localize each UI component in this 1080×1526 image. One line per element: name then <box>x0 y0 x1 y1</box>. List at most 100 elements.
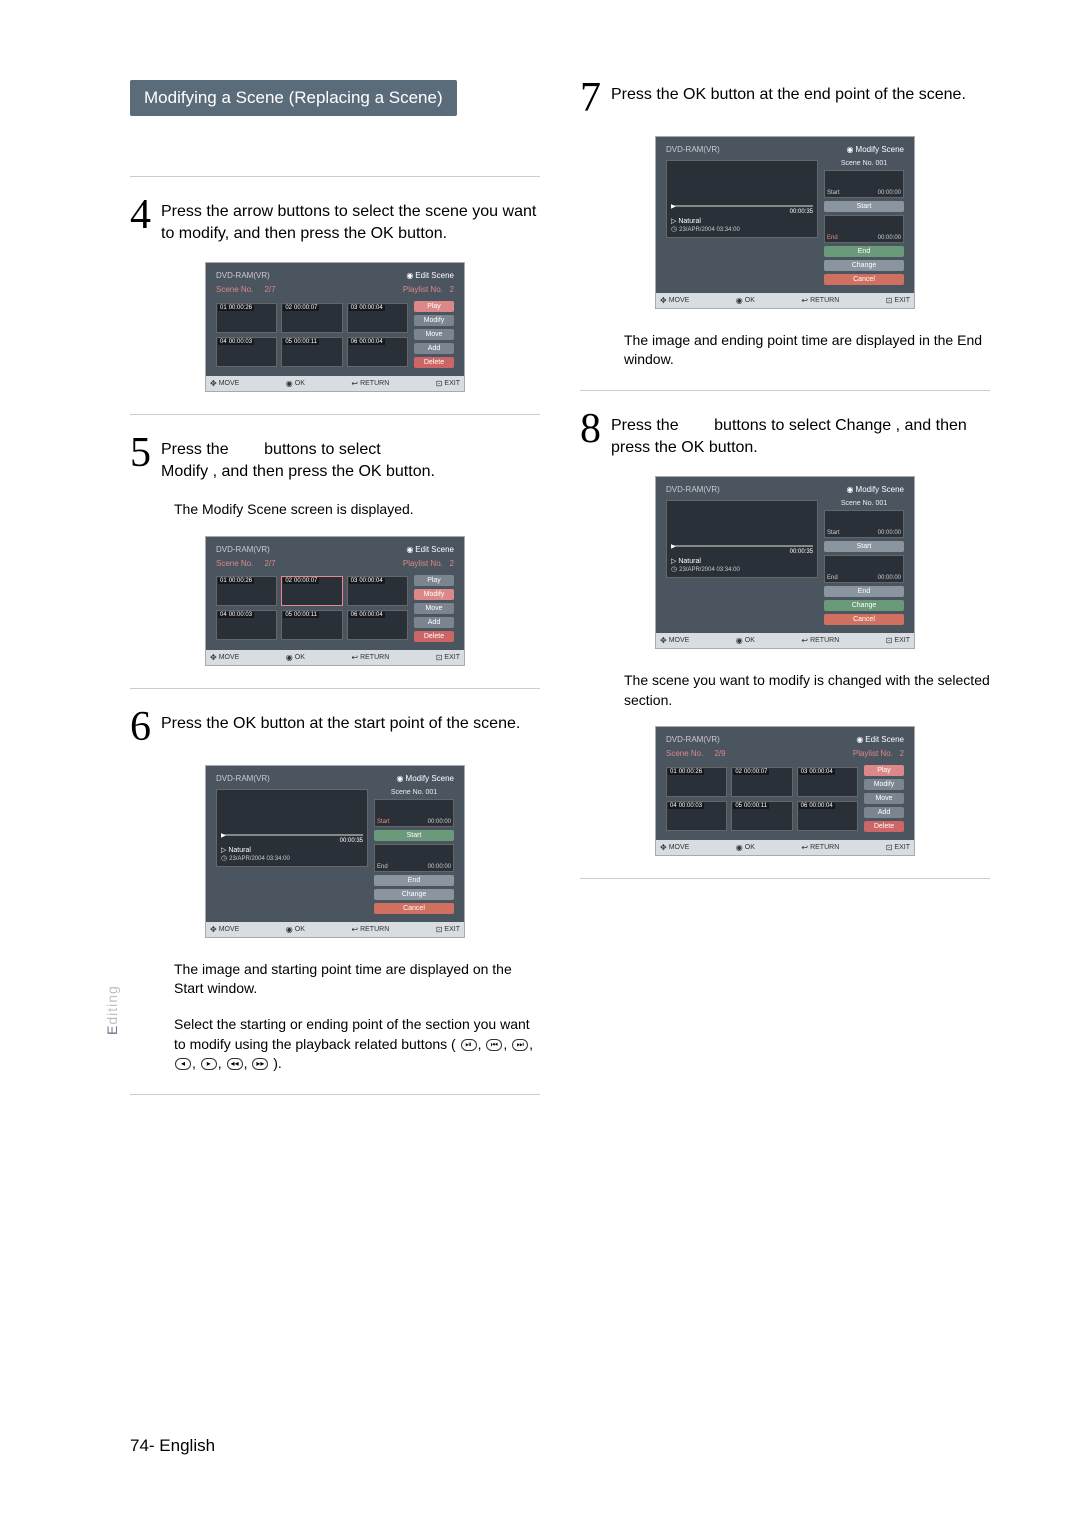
step-7: 7 Press the OK button at the end point o… <box>580 80 990 118</box>
clock-icon <box>671 227 679 233</box>
step-text: Press the arrow buttons to select the sc… <box>161 197 540 244</box>
thumb: 0400:00:03 <box>216 337 277 367</box>
thumb: 0200:00:07 <box>731 767 792 797</box>
step-text: Press the OK button at the start point o… <box>161 709 520 747</box>
divider <box>580 878 990 879</box>
thumb: 0100:00:26 <box>666 767 727 797</box>
thumb: 0100:00:26 <box>216 576 277 606</box>
preview-pane: 00:00:35 ▷ Natural 23/APR/2004 03:34:00 <box>666 500 818 578</box>
step-subtext: The Modify Scene screen is displayed. <box>174 500 540 520</box>
edit-scene-screen-8b: DVD-RAM(VR) Edit Scene Scene No. 2/9 Pla… <box>655 726 915 856</box>
step-text: Press the buttons to select Change , and… <box>611 411 990 458</box>
play-button: Play <box>414 301 454 312</box>
ok-icon <box>736 843 743 852</box>
disc-icon <box>856 735 865 744</box>
end-thumb: End00:00:00 <box>824 215 904 243</box>
step-subtext: The image and starting point time are di… <box>174 960 540 999</box>
edit-scene-screen-4: DVD-RAM(VR) Edit Scene Scene No. 2/7 Pla… <box>205 262 465 392</box>
return-icon <box>801 636 808 645</box>
step-number: 5 <box>130 435 151 482</box>
change-button: Change <box>824 600 904 611</box>
scene-no-label: Scene No. <box>216 285 253 294</box>
modify-scene-screen-6: DVD-RAM(VR) Modify Scene 00:00:35 ▷ Natu… <box>205 765 465 938</box>
disc-icon <box>847 145 856 154</box>
disc-icon <box>406 545 415 554</box>
play-button: Play <box>864 765 904 776</box>
add-button: Add <box>414 343 454 354</box>
thumb: 0200:00:07 <box>281 303 342 333</box>
return-icon <box>801 843 808 852</box>
clock-icon <box>671 567 679 573</box>
exit-icon <box>886 843 893 852</box>
next-track-icon: ⏭ <box>512 1039 528 1051</box>
step-subtext: The scene you want to modify is changed … <box>624 671 990 710</box>
thumb: 0500:00:11 <box>731 801 792 831</box>
disc-icon <box>406 271 415 280</box>
start-button: Start <box>374 830 454 841</box>
step-back-icon: ◂ <box>175 1058 191 1070</box>
preview-pane: 00:00:35 ▷ Natural 23/APR/2004 03:34:00 <box>216 789 368 867</box>
ok-icon <box>286 379 293 388</box>
end-button: End <box>374 875 454 886</box>
thumb: 0500:00:11 <box>281 337 342 367</box>
exit-icon <box>436 379 443 388</box>
step-6: 6 Press the OK button at the start point… <box>130 709 540 747</box>
return-icon <box>351 379 358 388</box>
page-footer: 74- English <box>130 1436 215 1456</box>
delete-button: Delete <box>414 357 454 368</box>
return-icon <box>351 925 358 934</box>
rewind-icon: ◂◂ <box>227 1058 243 1070</box>
move-icon <box>210 379 217 388</box>
ffwd-icon: ▸▸ <box>252 1058 268 1070</box>
return-icon <box>801 296 808 305</box>
exit-icon <box>436 653 443 662</box>
start-thumb: Start00:00:00 <box>824 510 904 538</box>
step-number: 6 <box>130 709 151 747</box>
change-button: Change <box>374 889 454 900</box>
move-button: Move <box>414 329 454 340</box>
thumb: 0100:00:26 <box>216 303 277 333</box>
step-subtext: The image and ending point time are disp… <box>624 331 990 370</box>
step-5: 5 Press the buttons to select Modify , a… <box>130 435 540 482</box>
ok-icon <box>736 296 743 305</box>
step-text: Press the buttons to select Modify , and… <box>161 435 435 482</box>
play-pause-icon: ⏯ <box>461 1039 477 1051</box>
screen-mode: Edit Scene <box>415 271 454 280</box>
move-icon <box>210 653 217 662</box>
right-column: 7 Press the OK button at the end point o… <box>580 80 990 1115</box>
step-fwd-icon: ▸ <box>201 1058 217 1070</box>
modify-scene-screen-7: DVD-RAM(VR) Modify Scene 00:00:35 ▷ Natu… <box>655 136 915 309</box>
play-button: Play <box>414 575 454 586</box>
section-header: Modifying a Scene (Replacing a Scene) <box>130 80 457 116</box>
left-column: Modifying a Scene (Replacing a Scene) 4 … <box>130 80 540 1115</box>
start-thumb: Start00:00:00 <box>374 799 454 827</box>
return-icon <box>351 653 358 662</box>
divider <box>130 688 540 689</box>
side-tab: Editing <box>104 985 120 1035</box>
thumb: 0300:00:04 <box>347 576 408 606</box>
delete-button: Delete <box>414 631 454 642</box>
start-button: Start <box>824 541 904 552</box>
exit-icon <box>886 296 893 305</box>
step-text: Press the OK button at the end point of … <box>611 80 966 118</box>
step-number: 8 <box>580 411 601 458</box>
thumb: 0300:00:04 <box>347 303 408 333</box>
thumb-selected: 0200:00:07 <box>281 576 342 606</box>
move-button: Move <box>414 603 454 614</box>
thumb: 0600:00:04 <box>347 337 408 367</box>
divider <box>130 1094 540 1095</box>
step-subtext: Select the starting or ending point of t… <box>174 1015 540 1074</box>
step-number: 4 <box>130 197 151 244</box>
thumb: 0600:00:04 <box>797 801 858 831</box>
end-button: End <box>824 586 904 597</box>
divider <box>580 390 990 391</box>
thumb: 0600:00:04 <box>347 610 408 640</box>
end-thumb: End00:00:00 <box>824 555 904 583</box>
modify-button: Modify <box>864 779 904 790</box>
screen-title: DVD-RAM(VR) <box>216 271 270 280</box>
move-icon <box>660 296 667 305</box>
modify-button: Modify <box>414 315 454 326</box>
move-button: Move <box>864 793 904 804</box>
disc-icon <box>847 485 856 494</box>
delete-button: Delete <box>864 821 904 832</box>
